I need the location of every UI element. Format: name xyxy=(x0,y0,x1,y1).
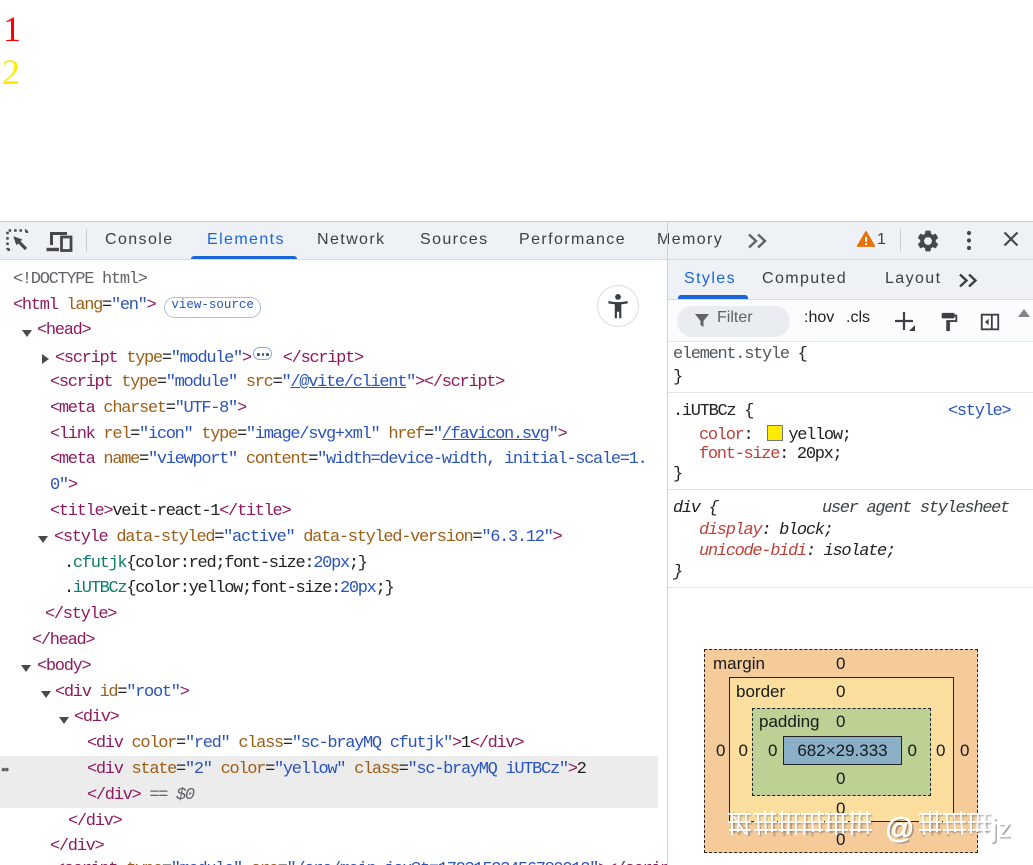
svg-text:jz: jz xyxy=(990,813,1011,843)
svg-text:@: @ xyxy=(885,813,914,845)
